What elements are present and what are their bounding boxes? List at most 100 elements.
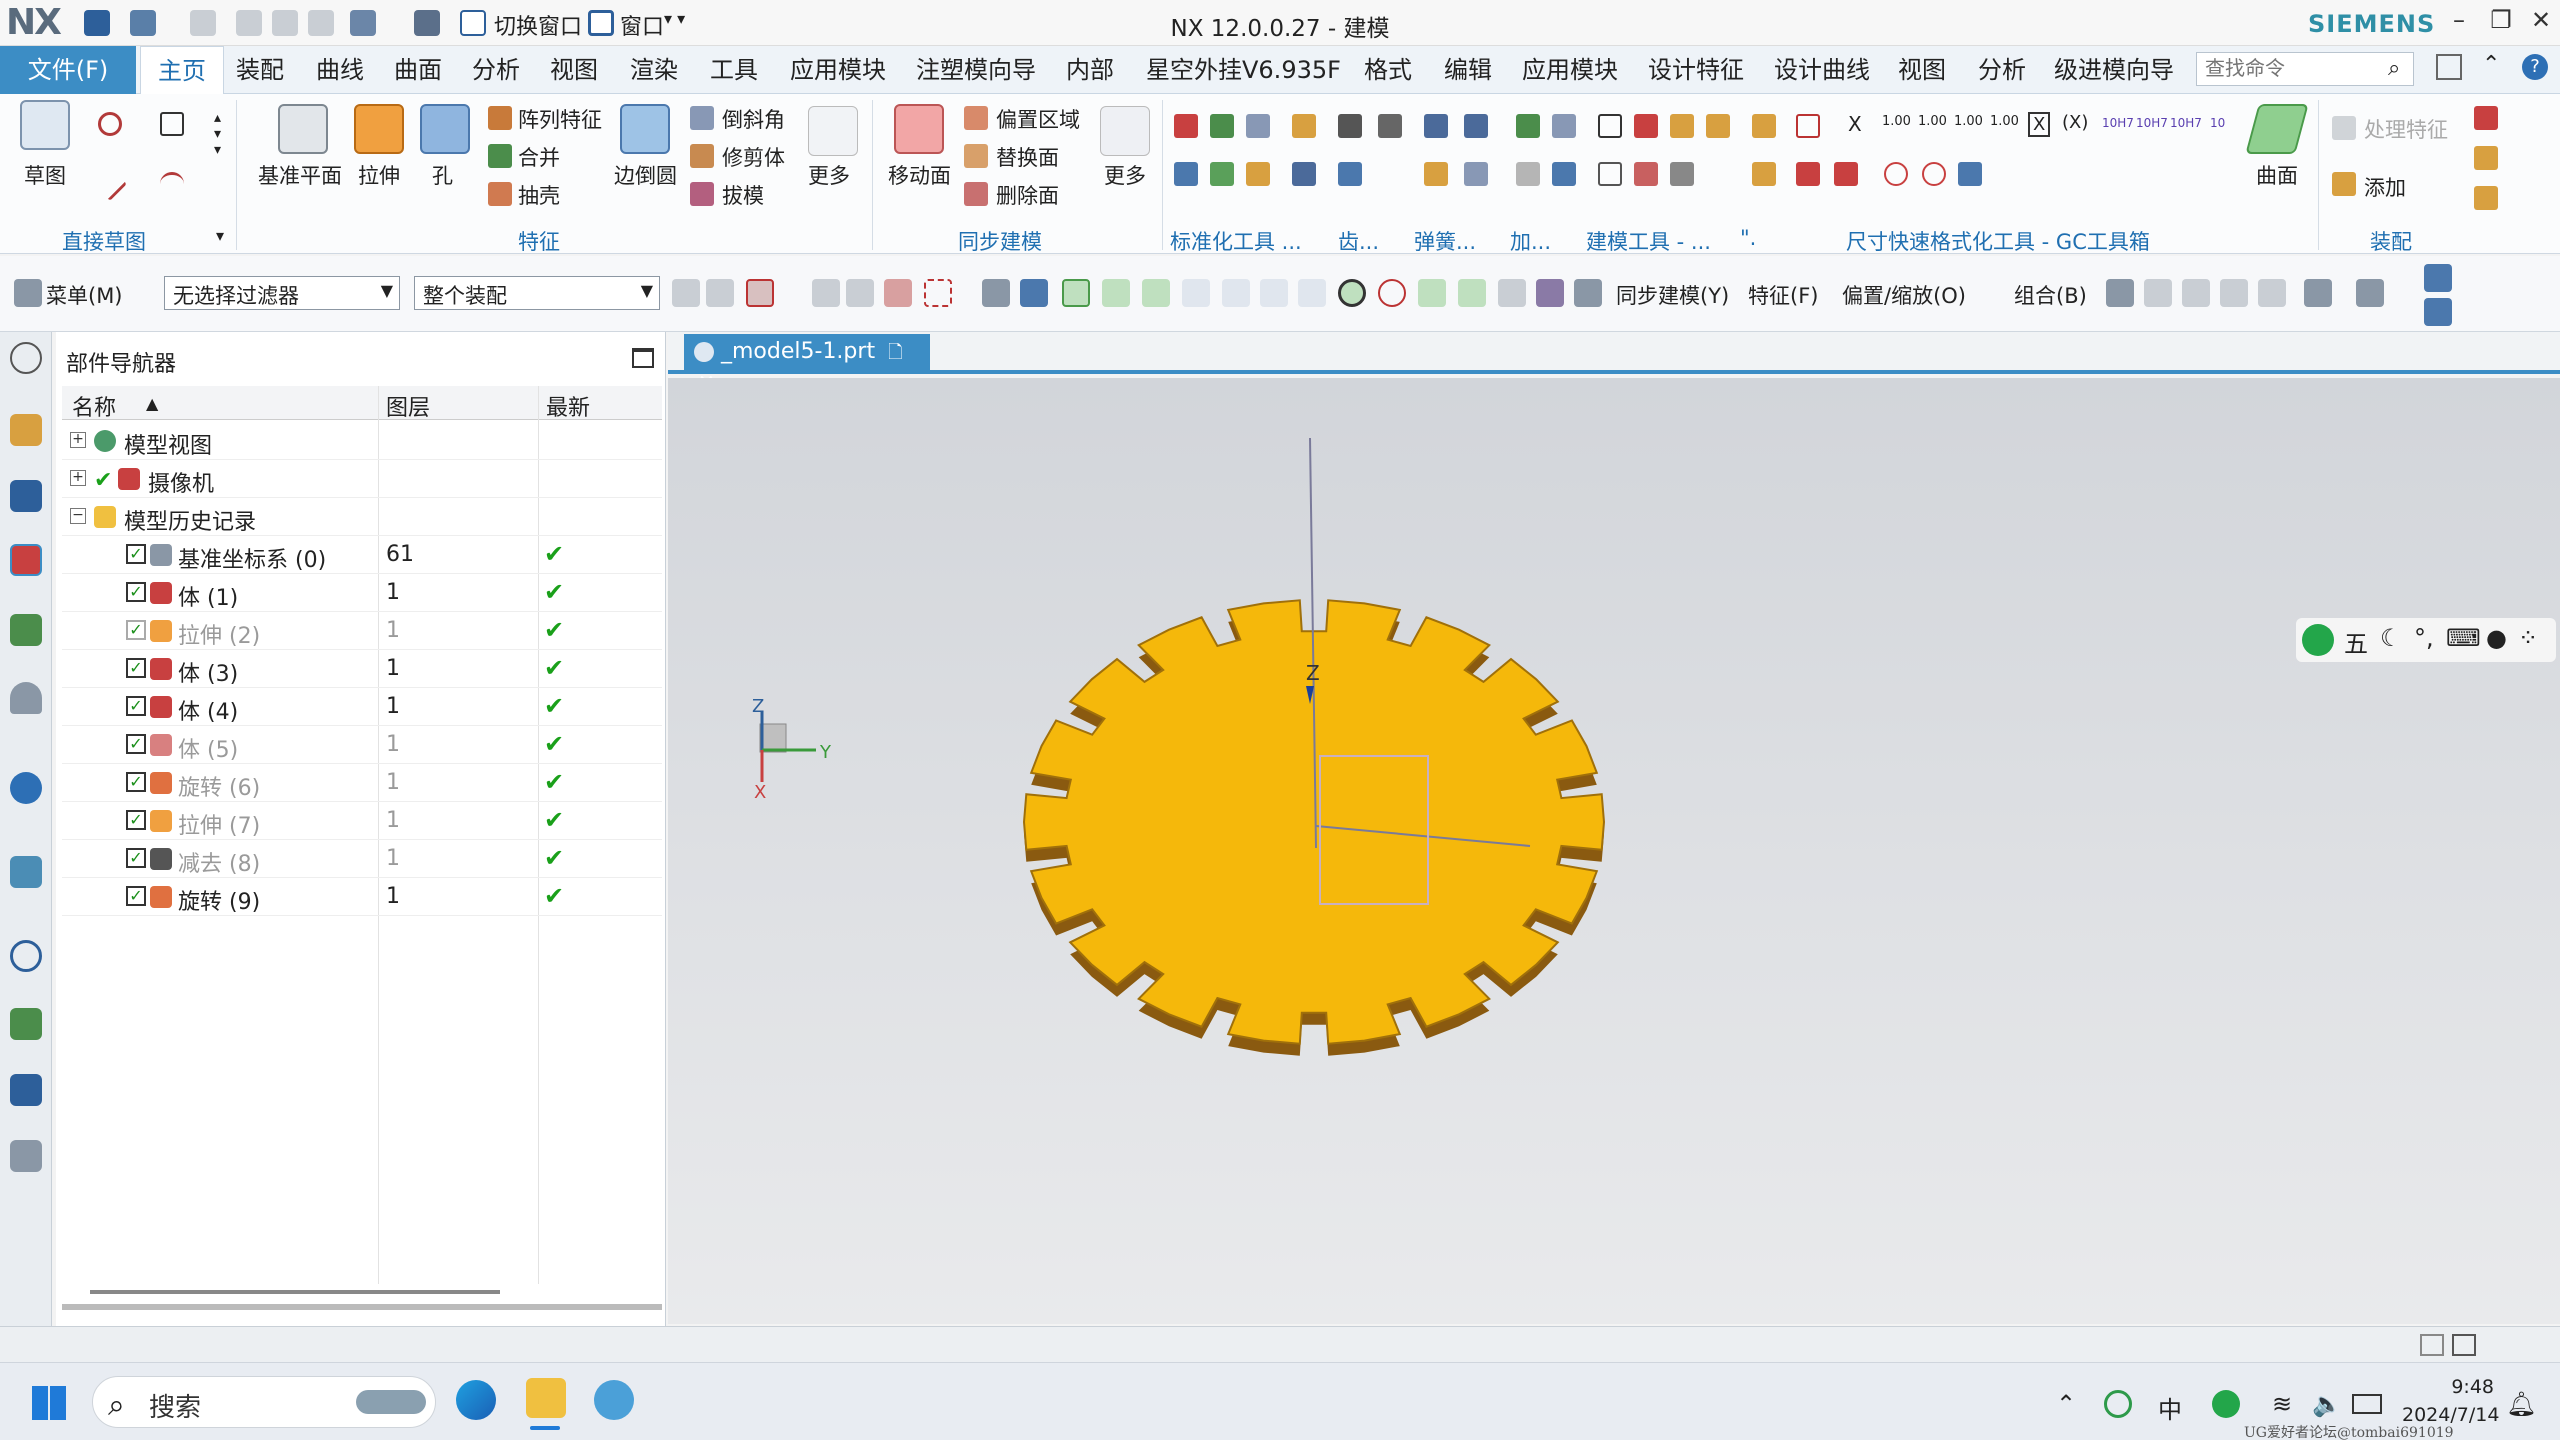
select-icon[interactable] [884,279,912,307]
moon-icon[interactable]: ☾ [2380,624,2402,652]
notification-bell-icon[interactable]: 🔔︎ [2506,1390,2536,1418]
menu-icon[interactable] [14,279,42,307]
maximize-icon[interactable] [632,348,654,368]
feature-row[interactable]: ✓ 体 (1) 1 ✔ [62,574,662,612]
settings-icon[interactable] [10,342,42,374]
visibility-checkbox[interactable]: ✓ [126,886,146,906]
battery-icon[interactable] [2352,1394,2382,1414]
dim-tool-icon[interactable] [1796,114,1820,138]
tab-view[interactable]: 视图 [550,46,598,94]
spring-icon[interactable] [1424,162,1448,186]
hole-button[interactable]: 孔 [432,160,453,190]
roles-icon[interactable] [10,1074,42,1106]
snap-perpendicular-icon[interactable] [1298,279,1326,307]
snap-end-icon[interactable] [1102,279,1130,307]
gear-tool-icon[interactable] [1338,114,1362,138]
tool-icon[interactable] [1210,162,1234,186]
view-manager-icon[interactable] [10,682,42,714]
part-navigator-icon[interactable] [10,544,42,576]
extrude-icon[interactable] [354,104,404,154]
view-tool-icon[interactable] [2258,279,2286,307]
selection-filter-select[interactable]: 无选择过滤器 ▼ [164,276,400,310]
tab-home[interactable]: 主页 [140,46,224,94]
more-features-button[interactable]: 更多 [808,160,850,190]
dim-fit-icon[interactable]: 10H7 [2102,116,2134,130]
surface-button[interactable]: 曲面 [2256,160,2298,190]
tool-icon[interactable] [1292,162,1316,186]
view-orient-icon[interactable] [2424,298,2452,326]
sync-modeling-menu[interactable]: 同步建模(Y) [1616,280,1729,310]
tool-icon[interactable] [1174,114,1198,138]
add-tool-icon[interactable] [1516,114,1540,138]
gear-model-view[interactable]: Z Z Y X [668,378,2560,1324]
edge-blend-icon[interactable] [620,104,670,154]
trim-body-icon[interactable] [690,144,714,168]
status-icon[interactable] [2420,1334,2444,1356]
tab-plugin[interactable]: 星空外挂V6.935F [1146,46,1341,94]
keyboard-icon[interactable]: ⌨ [2446,624,2481,652]
dim-tool-icon[interactable] [1958,162,1982,186]
spring-icon[interactable] [1464,114,1488,138]
modeling-tool-icon[interactable] [1670,114,1694,138]
tab-internal[interactable]: 内部 [1066,46,1114,94]
modeling-tool-icon[interactable] [1598,114,1622,138]
column-latest[interactable]: 最新 [546,390,590,422]
draft-button[interactable]: 拔模 [722,180,764,210]
tree-node-cameras[interactable]: + ✔ 摄像机 [62,460,662,498]
dim-tool-icon[interactable] [1834,162,1858,186]
visibility-checkbox[interactable]: ✓ [126,582,146,602]
combine-menu[interactable]: 组合(B) [2014,280,2087,310]
refresh-icon[interactable] [2182,279,2210,307]
snap-pole-icon[interactable] [1574,279,1602,307]
tool-icon[interactable] [1292,114,1316,138]
spring-icon[interactable] [1464,162,1488,186]
view-tool-icon[interactable] [2220,279,2248,307]
feature-row[interactable]: ✓ 基准坐标系 (0) 61 ✔ [62,536,662,574]
tool-icon[interactable] [1246,114,1270,138]
extrude-button[interactable]: 拉伸 [358,160,400,190]
chamfer-button[interactable]: 倒斜角 [722,104,785,134]
snap-quadrant-icon[interactable] [1378,279,1406,307]
edge-blend-button[interactable]: 边倒圆 [614,160,677,190]
close-button[interactable]: ✕ [2524,6,2558,40]
tool-icon[interactable] [1246,162,1270,186]
process-studio-icon[interactable] [10,1008,42,1040]
fullscreen-icon[interactable] [2452,1334,2476,1356]
clock-time[interactable]: 9:48 [2412,1376,2494,1398]
add-tool-icon[interactable] [1552,162,1576,186]
modeling-tool-icon[interactable] [1634,114,1658,138]
rectangle-icon[interactable] [160,112,184,136]
dim-fit-icon[interactable]: 10 [2210,116,2225,130]
tab-tools[interactable]: 工具 [710,46,758,94]
snap-icon[interactable] [846,279,874,307]
tab-format[interactable]: 格式 [1364,46,1412,94]
snap-icon[interactable] [706,279,734,307]
minimize-button[interactable]: – [2442,6,2476,40]
shell-button[interactable]: 抽壳 [518,180,560,210]
more-sync-button[interactable]: 更多 [1104,160,1146,190]
move-face-icon[interactable] [894,104,944,154]
command-search-input[interactable] [2196,52,2414,86]
more-features-icon[interactable] [808,106,858,156]
feature-row[interactable]: ✓ 体 (5) 1 ✔ [62,726,662,764]
dim-tol-icon[interactable]: 1.00 [1882,114,1911,129]
view-tool-icon[interactable] [2144,279,2172,307]
snap-icon[interactable] [812,279,840,307]
ime-language-indicator[interactable]: 中 [2158,1390,2182,1425]
edge-browser-icon[interactable] [456,1380,496,1420]
assembly-tool-icon[interactable] [2474,106,2498,130]
reuse-library-icon[interactable] [10,614,42,646]
tab-view-2[interactable]: 视图 [1898,46,1946,94]
modeling-tool-icon[interactable] [1598,162,1622,186]
chevron-up-icon[interactable]: ⌃ [2056,1390,2076,1418]
dim-tool-icon[interactable] [1884,162,1908,186]
trim-body-button[interactable]: 修剪体 [722,142,785,172]
tab-applications-2[interactable]: 应用模块 [1522,46,1618,94]
pattern-feature-button[interactable]: 阵列特征 [518,104,602,134]
modeling-tool-icon[interactable] [1670,162,1694,186]
dim-tol-icon[interactable]: 1.00 [1990,114,2019,129]
expand-icon[interactable]: + [70,432,86,448]
tab-analysis[interactable]: 分析 [472,46,520,94]
spring-icon[interactable] [1424,114,1448,138]
add-component-icon[interactable] [2332,172,2356,196]
